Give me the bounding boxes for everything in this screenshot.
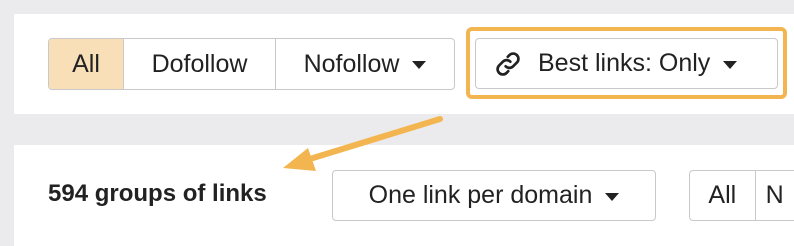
best-links-label: Best links: Only (538, 49, 711, 77)
filter-nofollow-label: Nofollow (303, 49, 400, 78)
groups-count: 594 groups of links (48, 180, 267, 207)
filter-dofollow-button[interactable]: Dofollow (123, 39, 275, 89)
results-all-label: All (708, 181, 737, 209)
results-filter-group: All N (689, 170, 794, 221)
filter-all-button[interactable]: All (49, 39, 123, 89)
filter-dofollow-label: Dofollow (151, 49, 248, 78)
caret-down-icon (605, 192, 620, 201)
grouping-label: One link per domain (368, 181, 593, 209)
link-icon (496, 51, 520, 76)
filter-all-label: All (72, 49, 100, 78)
filter-nofollow-dropdown[interactable]: Nofollow (275, 39, 454, 89)
caret-down-icon (723, 60, 738, 69)
grouping-dropdown[interactable]: One link per domain (332, 170, 656, 221)
results-next-button[interactable]: N (754, 171, 794, 220)
caret-down-icon (412, 61, 427, 69)
results-next-label: N (765, 181, 784, 209)
link-type-filter: All Dofollow Nofollow (48, 38, 455, 90)
best-links-dropdown[interactable]: Best links: Only (475, 38, 778, 89)
results-all-button[interactable]: All (690, 171, 755, 220)
